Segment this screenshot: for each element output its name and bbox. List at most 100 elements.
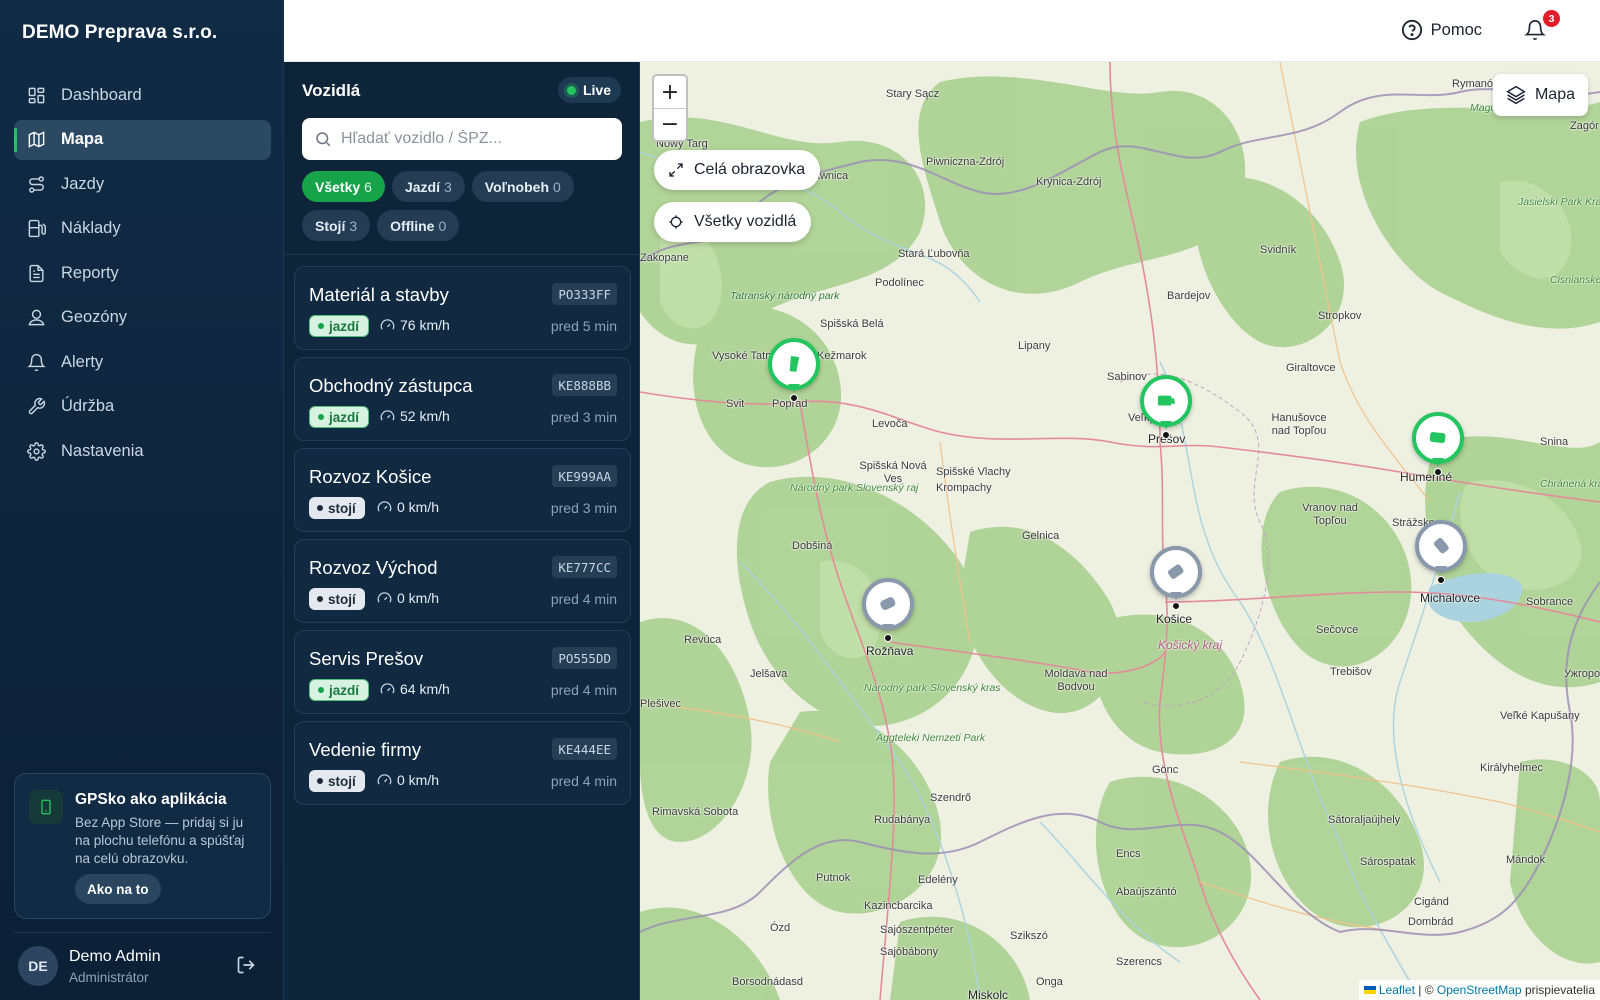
filter-all[interactable]: Všetky 6 <box>302 171 385 202</box>
speedometer-icon <box>377 591 392 603</box>
place-label: Stary Sącz <box>886 88 940 100</box>
license-plate: PO333FF <box>552 283 617 305</box>
status-label: jazdí <box>329 409 360 425</box>
fullscreen-button[interactable]: Celá obrazovka <box>654 150 821 190</box>
sidebar-item-dashboard[interactable]: Dashboard <box>14 75 271 115</box>
sidebar-item-naklady[interactable]: Náklady <box>14 209 271 249</box>
sidebar-item-nastavenia[interactable]: Nastavenia <box>14 431 271 471</box>
promo-howto-button[interactable]: Ako na to <box>75 874 161 904</box>
place-label: Ужгород <box>1564 668 1600 680</box>
sidebar-item-label: Dashboard <box>61 85 142 104</box>
leaflet-link[interactable]: Leaflet <box>1379 983 1415 997</box>
topbar: Pomoc 3 <box>284 0 1600 62</box>
vehicle-speed: 0 km/h <box>377 590 439 606</box>
expand-icon <box>669 163 683 177</box>
all-vehicles-button[interactable]: Všetky vozidlá <box>654 202 812 242</box>
vehicle-card[interactable]: Obchodný zástupca KE888BB jazdí 52 km/h … <box>294 357 631 441</box>
last-update: pred 4 min <box>550 682 617 698</box>
filter-count: 0 <box>553 178 561 195</box>
vehicle-card[interactable]: Rozvoz Východ KE777CC stojí 0 km/h pred … <box>294 539 631 623</box>
place-label: Mándok <box>1506 854 1546 866</box>
place-label: Vranov nad Topľou <box>1302 502 1358 527</box>
place-label: Krompachy <box>936 482 992 494</box>
place-label: Stará Ľubovňa <box>898 248 970 260</box>
sidebar-item-label: Nastavenia <box>61 441 144 460</box>
place-label: Gönc <box>1152 764 1179 776</box>
map-layer-button[interactable]: Mapa <box>1492 74 1588 116</box>
divider <box>14 932 271 933</box>
place-label: Borsodnádasd <box>732 976 803 988</box>
sidebar-item-alerty[interactable]: Alerty <box>14 342 271 382</box>
notifications-badge: 3 <box>1543 10 1560 27</box>
filter-stopped[interactable]: Stojí 3 <box>302 210 371 241</box>
sidebar-item-reporty[interactable]: Reporty <box>14 253 271 293</box>
status-label: stojí <box>328 500 356 516</box>
vehicle-marker[interactable] <box>1140 375 1192 439</box>
vehicle-name: Rozvoz Východ <box>309 557 438 578</box>
sidebar-item-mapa[interactable]: Mapa <box>14 119 271 160</box>
speed-value: 0 km/h <box>397 499 440 515</box>
sidebar-item-label: Reporty <box>61 263 119 282</box>
attribution-contrib: prispievatelia <box>1524 983 1595 997</box>
sidebar-item-jazdy[interactable]: Jazdy <box>14 164 271 204</box>
filter-moving[interactable]: Jazdí 3 <box>391 171 465 202</box>
vehicle-marker[interactable] <box>862 578 914 642</box>
vehicle-card[interactable]: Rozvoz Košice KE999AA stojí 0 km/h pred … <box>294 448 631 532</box>
filter-label: Všetky <box>315 178 361 195</box>
vehicle-card[interactable]: Servis Prešov PO555DD jazdí 64 km/h pred… <box>294 630 631 714</box>
car-icon <box>1433 538 1449 554</box>
place-label: Szikszó <box>1010 930 1048 942</box>
place-label: Michalovce <box>1420 591 1481 605</box>
place-label: Szerencs <box>1116 956 1162 968</box>
bell-icon <box>26 352 46 372</box>
vehicles-panel: Vozidlá Live Všetky6 Jazdí3 Voľnobeh0 St… <box>284 62 640 1000</box>
place-label: Spišská Belá <box>820 318 884 330</box>
help-button[interactable]: Pomoc <box>1401 19 1482 41</box>
vehicle-marker[interactable] <box>1150 546 1202 610</box>
vehicle-card[interactable]: Vedenie firmy KE444EE stojí 0 km/h pred … <box>294 721 631 805</box>
place-label: Sárospatak <box>1360 856 1416 868</box>
place-label: Národný park Slovenský kras <box>864 682 1001 694</box>
zoom-in-button[interactable]: + <box>654 76 686 108</box>
place-label: Svit <box>726 398 745 410</box>
place-label: Moldava nad Bodvou <box>1044 668 1108 693</box>
speed-value: 0 km/h <box>397 772 440 788</box>
place-label: Miskolc <box>968 988 1009 1000</box>
vehicle-marker[interactable] <box>1412 412 1464 476</box>
promo-text: Bez App Store — pridaj si ju na plochu t… <box>75 815 245 866</box>
place-label: Piwniczna-Zdrój <box>926 156 1005 168</box>
map-view[interactable]: Stary Sącz Rymanów Nowy Targ Szczawnica … <box>640 62 1600 1000</box>
place-label: Spišské Vlachy <box>936 466 1011 478</box>
avatar[interactable]: DE <box>18 946 58 986</box>
route-icon <box>26 174 46 194</box>
place-label: Jelšava <box>750 668 788 680</box>
vehicle-name: Vedenie firmy <box>309 739 422 760</box>
filter-idle[interactable]: Voľnobeh 0 <box>471 171 574 202</box>
status-badge: stojí <box>309 770 365 792</box>
osm-link[interactable]: OpenStreetMap <box>1437 983 1522 997</box>
place-label: Rožňava <box>866 644 914 658</box>
divider <box>284 254 640 255</box>
zoom-out-button[interactable]: − <box>654 108 686 140</box>
place-label: Jasielski Park Krajobrazowy <box>1518 196 1600 208</box>
filter-label: Voľnobeh <box>484 178 550 195</box>
place-label: Ózd <box>770 922 791 934</box>
place-label: Cigánd <box>1414 896 1449 908</box>
marker-ring <box>1412 412 1464 464</box>
search-input[interactable] <box>341 130 611 148</box>
help-icon <box>1401 19 1422 41</box>
help-label: Pomoc <box>1430 20 1482 39</box>
logout-icon[interactable] <box>236 955 258 977</box>
filter-offline[interactable]: Offline 0 <box>377 210 460 241</box>
vehicle-marker[interactable] <box>768 338 820 402</box>
place-label: Rimavská Sobota <box>652 806 739 818</box>
sidebar-item-geozony[interactable]: Geozóny <box>14 298 271 338</box>
sidebar-item-udrzba[interactable]: Údržba <box>14 387 271 427</box>
fullscreen-label: Celá obrazovka <box>694 161 806 178</box>
place-label: Putnok <box>816 872 851 884</box>
vehicle-marker[interactable] <box>1415 520 1467 584</box>
vehicle-card[interactable]: Materiál a stavby PO333FF jazdí 76 km/h … <box>294 266 631 350</box>
vehicle-speed: 52 km/h <box>380 408 450 424</box>
place-label: Trebišov <box>1330 666 1372 678</box>
status-badge: jazdí <box>309 406 370 428</box>
